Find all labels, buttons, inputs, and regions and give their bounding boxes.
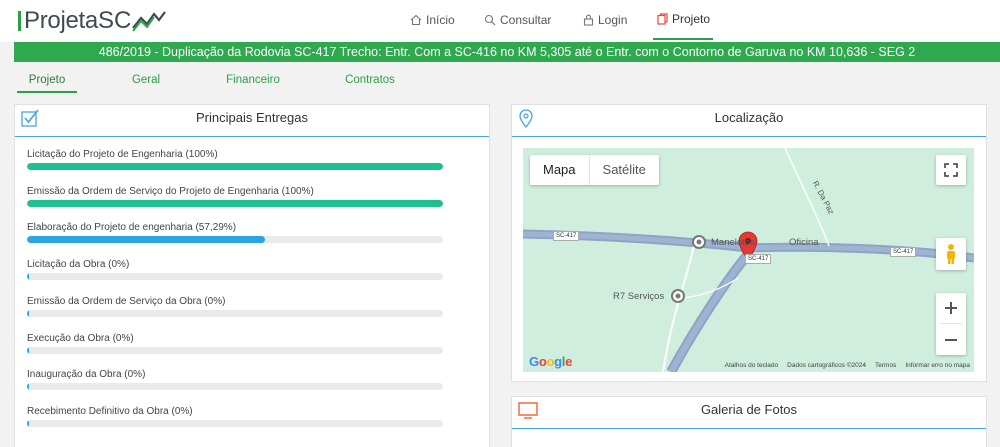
google-map[interactable]: Manelotos Oficina R7 Serviços R. Da Paz …	[523, 148, 974, 372]
pegman-icon	[947, 244, 955, 264]
map-type-control: Mapa Satélite	[530, 155, 659, 185]
plus-icon	[945, 302, 957, 314]
home-icon	[410, 14, 422, 26]
progress-bar	[27, 346, 443, 354]
projeta-sc-logo[interactable]: Projeta SC	[18, 7, 167, 35]
document-icon	[657, 13, 668, 25]
search-icon	[484, 14, 496, 26]
map-type-satelite[interactable]: Satélite	[588, 155, 659, 185]
google-logo[interactable]: Google	[529, 354, 572, 369]
progress-fill	[27, 199, 443, 207]
fullscreen-button[interactable]	[936, 155, 966, 185]
nav-projeto[interactable]: Projeto	[653, 0, 713, 40]
nav-login-label: Login	[598, 13, 628, 27]
localizacao-card: Localização Manelotos Oficina R7 Serviço…	[511, 104, 987, 382]
entrega-item: Licitação da Obra (0%)	[27, 259, 443, 281]
place-label-oficina[interactable]: Oficina	[789, 237, 819, 248]
progress-fill	[27, 419, 30, 427]
nav-projeto-label: Projeto	[672, 12, 711, 26]
entrega-label: Emissão da Ordem de Serviço da Obra (0%)	[27, 295, 226, 307]
zoom-in-button[interactable]	[940, 293, 962, 324]
entrega-label: Recebimento Definitivo da Obra (0%)	[27, 405, 193, 417]
galeria-fotos-card: Galeria de Fotos	[511, 396, 987, 447]
nav-login[interactable]: Login	[583, 0, 627, 40]
tab-geral[interactable]: Geral	[122, 67, 170, 93]
entrega-label: Inauguração da Obra (0%)	[27, 369, 146, 381]
map-footer: Atalhos do teclado Dados cartográficos ©…	[725, 362, 970, 369]
minus-icon	[945, 338, 957, 341]
progress-fill	[27, 309, 30, 317]
entrega-label: Licitação do Projeto de Engenharia (100%…	[27, 149, 218, 160]
progress-bar	[27, 163, 443, 170]
card-header: Principais Entregas	[15, 105, 489, 137]
progress-bar	[27, 199, 443, 207]
entrega-item: Inauguração da Obra (0%)	[27, 369, 443, 391]
entrega-label: Emissão da Ordem de Serviço do Projeto d…	[27, 185, 314, 197]
road-badge: SC-417	[890, 247, 917, 257]
street-view-button[interactable]	[936, 238, 966, 270]
progress-bar	[27, 273, 443, 281]
entrega-item: Emissão da Ordem de Serviço do Projeto d…	[27, 186, 443, 207]
nav-inicio-label: Início	[426, 13, 455, 27]
tab-projeto[interactable]: Projeto	[17, 67, 77, 93]
principais-entregas-card: Principais Entregas Licitação do Projeto…	[14, 104, 490, 447]
nav-inicio[interactable]: Início	[410, 0, 455, 40]
progress-bar	[27, 309, 443, 317]
map-footer-data: Dados cartográficos ©2024	[787, 362, 867, 369]
progress-fill	[27, 273, 30, 281]
entrega-item: Licitação do Projeto de Engenharia (100%…	[27, 149, 443, 170]
project-title-banner: 486/2019 - Duplicação da Rodovia SC-417 …	[14, 42, 1000, 62]
place-label-manelotos[interactable]: Manelotos	[711, 237, 755, 248]
entrega-item: Emissão da Ordem de Serviço da Obra (0%)	[27, 296, 443, 317]
nav-consultar[interactable]: Consultar	[484, 0, 551, 40]
nav-consultar-label: Consultar	[500, 13, 552, 27]
progress-bar	[27, 383, 443, 391]
map-footer-shortcuts[interactable]: Atalhos do teclado	[725, 362, 778, 369]
entrega-item: Execução da Obra (0%)	[27, 333, 443, 354]
map-footer-terms[interactable]: Termos	[875, 362, 896, 369]
progress-fill	[27, 346, 30, 354]
card-header: Localização	[512, 105, 986, 137]
progress-bar	[27, 419, 443, 427]
progress-bar	[27, 236, 443, 244]
logo-bar	[18, 11, 21, 31]
trend-chart-icon	[132, 11, 167, 32]
entrega-label: Licitação da Obra (0%)	[27, 259, 130, 271]
road-badge: SC-417	[745, 254, 772, 264]
progress-fill	[27, 163, 443, 170]
entrega-item: Elaboração do Projeto de engenharia (57,…	[27, 222, 443, 244]
logo-text-2: SC	[97, 7, 132, 34]
progress-fill	[27, 383, 30, 391]
entrega-label: Elaboração do Projeto de engenharia (57,…	[27, 222, 237, 234]
progress-fill	[27, 236, 266, 244]
zoom-control	[936, 293, 966, 355]
card-title: Localização	[714, 110, 784, 125]
road-badge: SC-417	[553, 231, 580, 241]
project-tabs: Projeto Geral Financeiro Contratos	[0, 67, 1000, 95]
entrega-item: Recebimento Definitivo da Obra (0%)	[27, 406, 443, 427]
fullscreen-icon	[944, 163, 958, 177]
tab-financeiro[interactable]: Financeiro	[219, 67, 287, 93]
tab-contratos[interactable]: Contratos	[338, 67, 402, 93]
card-title: Galeria de Fotos	[700, 402, 798, 417]
map-footer-report[interactable]: Informar erro no mapa	[905, 362, 970, 369]
lock-icon	[583, 14, 594, 26]
entrega-label: Execução da Obra (0%)	[27, 332, 134, 344]
card-title: Principais Entregas	[196, 110, 308, 125]
place-label-r7[interactable]: R7 Serviços	[613, 291, 664, 302]
card-header: Galeria de Fotos	[512, 397, 986, 429]
top-navbar: Projeta SC Início Consultar Login Projet…	[0, 0, 1000, 42]
map-type-mapa[interactable]: Mapa	[530, 155, 589, 185]
zoom-out-button[interactable]	[944, 324, 958, 355]
logo-text-1: Projeta	[24, 7, 98, 34]
